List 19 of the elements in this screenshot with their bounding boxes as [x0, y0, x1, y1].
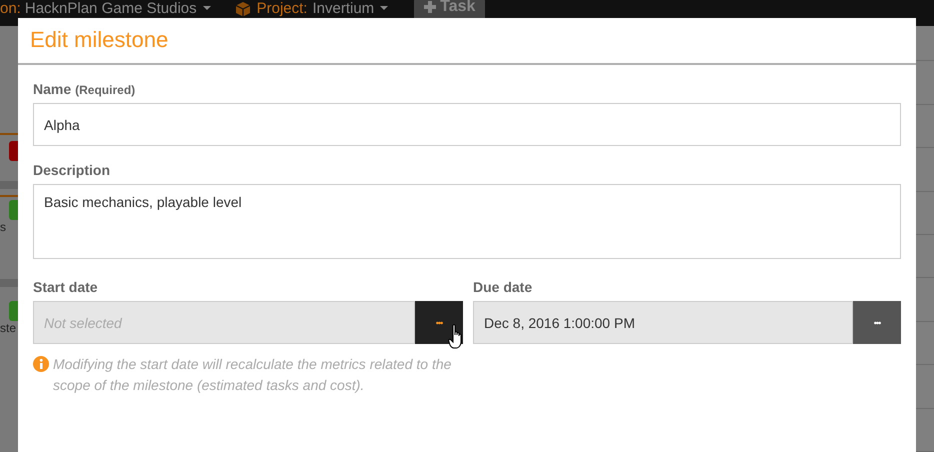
field-label: Start date	[33, 279, 98, 295]
project-label: Project:	[256, 0, 308, 17]
section-band	[0, 181, 18, 189]
project-menu[interactable]: Invertium	[312, 0, 388, 17]
description-field[interactable]: Basic mechanics, playable level	[33, 184, 901, 259]
name-field[interactable]: Alpha	[33, 103, 901, 146]
list-text: s	[0, 220, 7, 234]
dialog-title: Edit milestone	[18, 18, 916, 65]
field-label: Description	[33, 162, 110, 178]
plus-icon	[424, 1, 436, 13]
organization-menu[interactable]: HacknPlan Game Studios	[24, 0, 211, 17]
info-note: Modifying the start date will recalculate the metrics related to the scope of the milestone (estimated tasks and cost).	[53, 355, 452, 395]
required-hint: (Required)	[75, 83, 136, 97]
info-icon	[33, 356, 49, 372]
field-label: Name	[33, 81, 72, 97]
section-band	[0, 279, 18, 287]
field-label: Due date	[473, 279, 532, 295]
organization-label: on:	[0, 0, 21, 17]
list-text: ste	[0, 321, 18, 335]
